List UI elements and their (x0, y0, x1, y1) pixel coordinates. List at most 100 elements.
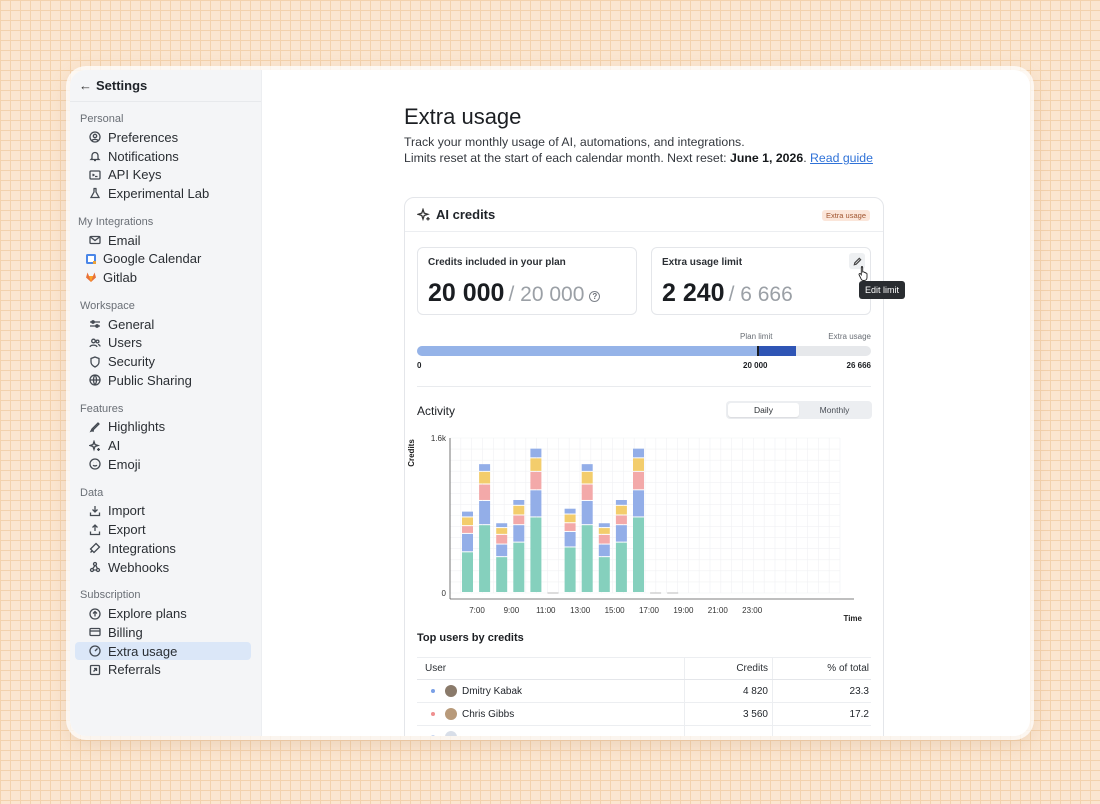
user-percent: 23.3 (849, 685, 869, 697)
user-credits: 3 560 (685, 703, 773, 725)
bar-segment (564, 547, 576, 592)
extra-usage-limit-panel: Extra usage limit 2 240/ 6 666 (651, 247, 871, 315)
sidebar-item-notifications[interactable]: Notifications (75, 147, 251, 166)
col-user[interactable]: User (417, 658, 685, 679)
sidebar-item-email[interactable]: Email (75, 231, 251, 250)
extra-usage-fill (757, 346, 796, 356)
read-guide-link[interactable]: Read guide (810, 151, 873, 165)
avatar (445, 731, 457, 736)
x-tick-label: 11:00 (536, 606, 556, 615)
card-title: AI credits (436, 207, 496, 222)
credits-included-value: 20 000 (428, 279, 505, 307)
plug-icon (87, 540, 103, 556)
sidebar-item-referrals[interactable]: Referrals (75, 660, 251, 679)
sidebar-item-public-sharing[interactable]: Public Sharing (75, 371, 251, 390)
y-tick-label: 1.6k (431, 434, 447, 443)
sidebar-item-users[interactable]: Users (75, 334, 251, 353)
top-users-title: Top users by credits (417, 632, 524, 644)
bar-segment (564, 508, 576, 514)
col-credits[interactable]: Credits (685, 658, 773, 679)
hand-cursor-icon (858, 266, 868, 281)
sidebar-item-integrations[interactable]: Integrations (75, 539, 251, 558)
usage-progress-bar (417, 346, 871, 356)
user-name: Chris Gibbs (462, 708, 515, 720)
avatar (445, 708, 457, 720)
extra-limit-label: Extra usage limit (662, 257, 743, 268)
page-title: Extra usage (404, 104, 522, 129)
bar-segment (462, 511, 473, 517)
sidebar-item-api-keys[interactable]: API Keys (75, 165, 251, 184)
desc-line-1: Track your monthly usage of AI, automati… (404, 135, 745, 149)
table-row[interactable]: Chris Gibbs 3 560 17.2 (417, 703, 871, 726)
section-features: Features (80, 402, 124, 415)
progress-plan-value: 20 000 (743, 361, 768, 370)
bar-segment (479, 525, 491, 592)
y-tick-label: 0 (442, 589, 447, 598)
sidebar-item-ai[interactable]: AI (75, 436, 251, 455)
table-row[interactable] (417, 726, 871, 736)
sidebar-item-label: Google Calendar (103, 251, 202, 267)
sidebar-item-import[interactable]: Import (75, 502, 251, 521)
bar-segment (615, 505, 627, 515)
sidebar-item-label: Preferences (108, 129, 179, 145)
sidebar-item-experimental-lab[interactable]: Experimental Lab (75, 184, 251, 203)
sidebar-item-google-calendar[interactable]: Google Calendar (75, 249, 251, 268)
bar-segment (615, 500, 627, 505)
extra-usage-badge: Extra usage (821, 210, 870, 221)
activity-chart: Credits 1.6k 0 7:00 9:00 11:00 13:00 15:00 17:00… (407, 434, 863, 623)
section-my-integrations: My Integrations (78, 215, 154, 228)
back-arrow-icon[interactable]: ← (79, 78, 95, 93)
sidebar-item-explore-plans[interactable]: Explore plans (75, 604, 251, 623)
bar-segment (496, 544, 508, 557)
series-dot (431, 712, 435, 716)
bar-segment (479, 464, 491, 471)
tab-daily[interactable]: Daily (728, 403, 799, 417)
sidebar-item-emoji[interactable]: Emoji (75, 455, 251, 474)
sidebar-item-preferences[interactable]: Preferences (75, 128, 251, 147)
sidebar-item-label: Explore plans (108, 606, 187, 622)
bar-segment (496, 557, 508, 592)
bar-segment (462, 533, 473, 552)
sidebar-item-gitlab[interactable]: Gitlab (75, 268, 251, 287)
sidebar-item-export[interactable]: Export (75, 520, 251, 539)
share-icon (87, 662, 103, 678)
tab-monthly[interactable]: Monthly (799, 403, 870, 417)
sidebar-item-label: AI (108, 438, 121, 454)
activity-period-toggle: Daily Monthly (726, 401, 872, 419)
credits-included-panel: Credits included in your plan 20 000/ 20… (417, 247, 637, 315)
divider (417, 386, 871, 387)
sidebar-item-webhooks[interactable]: Webhooks (75, 558, 251, 577)
sidebar-item-label: General (108, 316, 155, 332)
sidebar-item-label: Notifications (108, 148, 179, 164)
sidebar-item-label: Referrals (108, 662, 161, 678)
bar-segment (513, 542, 525, 592)
extra-usage-bar-label: Extra usage (828, 332, 871, 341)
bar-segment (513, 515, 525, 525)
flask-icon (87, 185, 103, 201)
sidebar-item-label: Email (108, 232, 141, 248)
sidebar: ← Settings Personal Preferences Notifica… (70, 70, 262, 736)
sidebar-item-label: Experimental Lab (108, 185, 210, 201)
sidebar-item-label: Webhooks (108, 559, 170, 575)
bar-segment (598, 523, 610, 528)
gitlab-icon (83, 269, 99, 285)
x-tick-label: 15:00 (605, 606, 626, 615)
col-percent[interactable]: % of total (773, 658, 871, 679)
mail-icon (87, 232, 103, 248)
x-tick-label: 23:00 (742, 606, 763, 615)
table-header: User Credits % of total (417, 657, 871, 680)
user-percent: 17.2 (849, 708, 869, 720)
help-icon[interactable]: ? (589, 291, 601, 302)
sidebar-item-extra-usage[interactable]: Extra usage (75, 641, 251, 661)
bar-segment (530, 490, 542, 517)
sidebar-item-security[interactable]: Security (75, 352, 251, 371)
sidebar-item-billing[interactable]: Billing (75, 623, 251, 642)
bar-segment (513, 525, 525, 542)
sidebar-item-general[interactable]: General (75, 315, 251, 334)
sidebar-item-highlights[interactable]: Highlights (75, 418, 251, 437)
bar-segment (564, 531, 576, 547)
sidebar-item-label: Billing (108, 624, 143, 640)
webhook-icon (87, 559, 103, 575)
table-row[interactable]: Dmitry Kabak 4 820 23.3 (417, 680, 871, 703)
x-tick-label: 21:00 (708, 606, 729, 615)
